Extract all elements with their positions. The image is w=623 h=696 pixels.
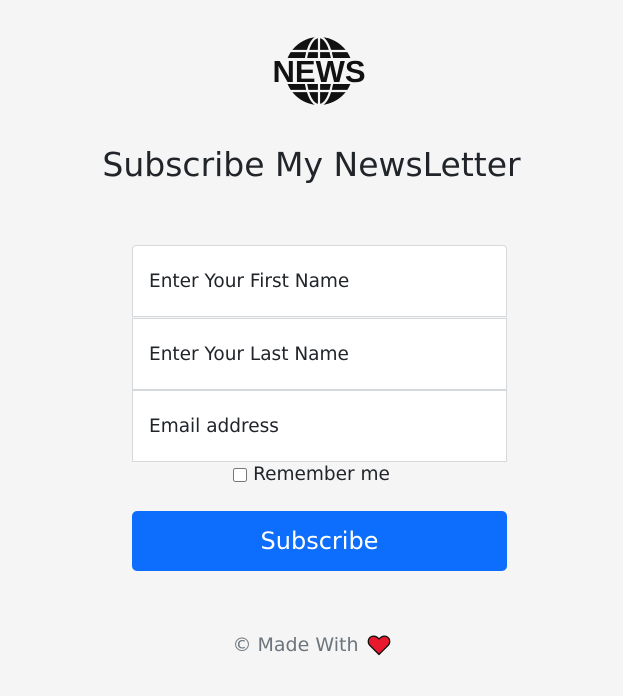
remember-me-label: Remember me (253, 464, 390, 485)
first-name-input[interactable] (132, 245, 507, 317)
logo-text: NEWS (273, 54, 365, 89)
subscribe-button[interactable]: Subscribe (132, 511, 507, 571)
remember-me-row: Remember me (0, 464, 623, 485)
email-input[interactable] (132, 390, 507, 462)
last-name-input[interactable] (132, 318, 507, 390)
footer: © Made With (0, 634, 623, 656)
news-globe-logo: NEWS (273, 36, 365, 106)
heart-icon (367, 635, 390, 656)
footer-text: © Made With (232, 634, 359, 656)
page-title: Subscribe My NewsLetter (102, 145, 521, 184)
remember-me-checkbox[interactable] (233, 467, 248, 482)
